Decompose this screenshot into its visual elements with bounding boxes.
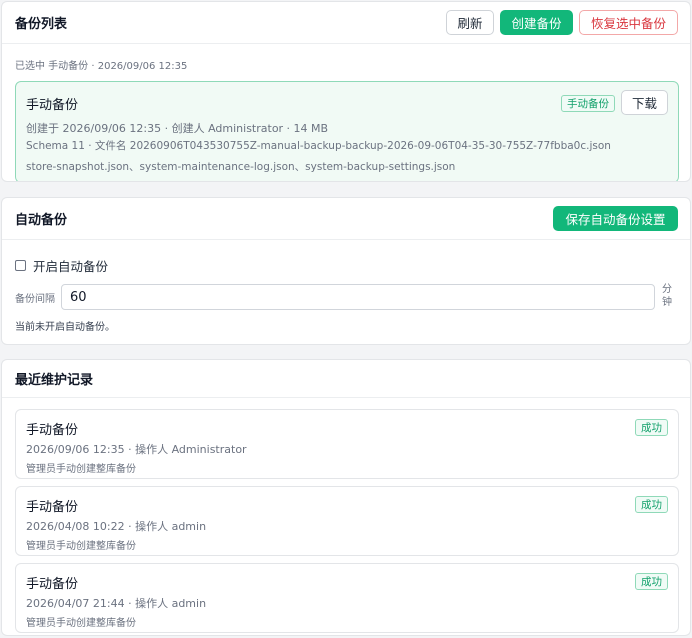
- record-meta: 2026/04/07 21:44 · 操作人 admin: [26, 597, 207, 610]
- record-status-badge: 成功: [635, 419, 668, 436]
- enable-auto-backup-toggle[interactable]: 开启自动备份: [15, 256, 108, 275]
- record-meta: 2026/04/08 10:22 · 操作人 admin: [26, 520, 207, 533]
- record-status-badge: 成功: [635, 573, 668, 590]
- backup-item-meta: 创建于 2026/09/06 12:35 · 创建人 Administrator…: [26, 122, 329, 135]
- enable-auto-backup-label: 开启自动备份: [33, 259, 109, 274]
- create-backup-button[interactable]: 创建备份: [500, 10, 573, 35]
- interval-unit-line-1: 分: [662, 284, 672, 295]
- auto-backup-status: 当前未开启自动备份。: [15, 322, 115, 333]
- backup-item-files: store-snapshot.json、system-maintenance-l…: [26, 161, 456, 173]
- selected-backup-summary: 已选中 手动备份 · 2026/09/06 12:35: [15, 61, 188, 72]
- auto-backup-panel: 自动备份 保存自动备份设置 开启自动备份 备份间隔 60 分 钟 当前未开启自动…: [1, 197, 691, 345]
- interval-label: 备份间隔: [15, 294, 55, 305]
- maintenance-header: 最近维护记录: [2, 360, 690, 398]
- record-title: 手动备份: [26, 423, 79, 438]
- interval-unit: 分 钟: [662, 283, 672, 309]
- maintenance-record: 手动备份 成功 2026/09/06 12:35 · 操作人 Administr…: [15, 409, 679, 479]
- selected-backup-item[interactable]: 手动备份 手动备份 下载 创建于 2026/09/06 12:35 · 创建人 …: [15, 81, 679, 181]
- maintenance-record: 手动备份 成功 2026/04/07 21:44 · 操作人 admin 管理员…: [15, 563, 679, 633]
- backup-list-header: 备份列表 刷新 创建备份 恢复选中备份: [2, 2, 690, 44]
- maintenance-record: 手动备份 成功 2026/04/08 10:22 · 操作人 admin 管理员…: [15, 486, 679, 556]
- record-description: 管理员手动创建整库备份: [26, 464, 136, 475]
- auto-backup-title: 自动备份: [15, 213, 68, 228]
- backup-item-name: 手动备份: [26, 98, 79, 113]
- save-auto-backup-button[interactable]: 保存自动备份设置: [553, 206, 678, 231]
- backup-type-badge: 手动备份: [561, 95, 615, 112]
- enable-auto-backup-checkbox[interactable]: [15, 260, 26, 271]
- backup-list-panel: 备份列表 刷新 创建备份 恢复选中备份 已选中 手动备份 · 2026/09/0…: [1, 1, 691, 182]
- maintenance-title: 最近维护记录: [15, 373, 94, 388]
- refresh-button[interactable]: 刷新: [446, 10, 494, 35]
- record-meta: 2026/09/06 12:35 · 操作人 Administrator: [26, 443, 247, 456]
- record-status-badge: 成功: [635, 496, 668, 513]
- interval-unit-line-2: 钟: [662, 297, 672, 308]
- download-button[interactable]: 下载: [621, 90, 668, 115]
- restore-selected-button[interactable]: 恢复选中备份: [579, 10, 678, 35]
- maintenance-panel: 最近维护记录 手动备份 成功 2026/09/06 12:35 · 操作人 Ad…: [1, 359, 691, 636]
- record-title: 手动备份: [26, 500, 79, 515]
- record-title: 手动备份: [26, 577, 79, 592]
- interval-input[interactable]: 60: [61, 284, 655, 310]
- backup-list-title: 备份列表: [15, 17, 68, 32]
- record-description: 管理员手动创建整库备份: [26, 541, 136, 552]
- backup-item-filename: Schema 11 · 文件名 20260906T043530755Z-manu…: [26, 140, 611, 152]
- record-description: 管理员手动创建整库备份: [26, 618, 136, 629]
- interval-input-value: 60: [70, 289, 87, 305]
- auto-backup-header: 自动备份 保存自动备份设置: [2, 198, 690, 240]
